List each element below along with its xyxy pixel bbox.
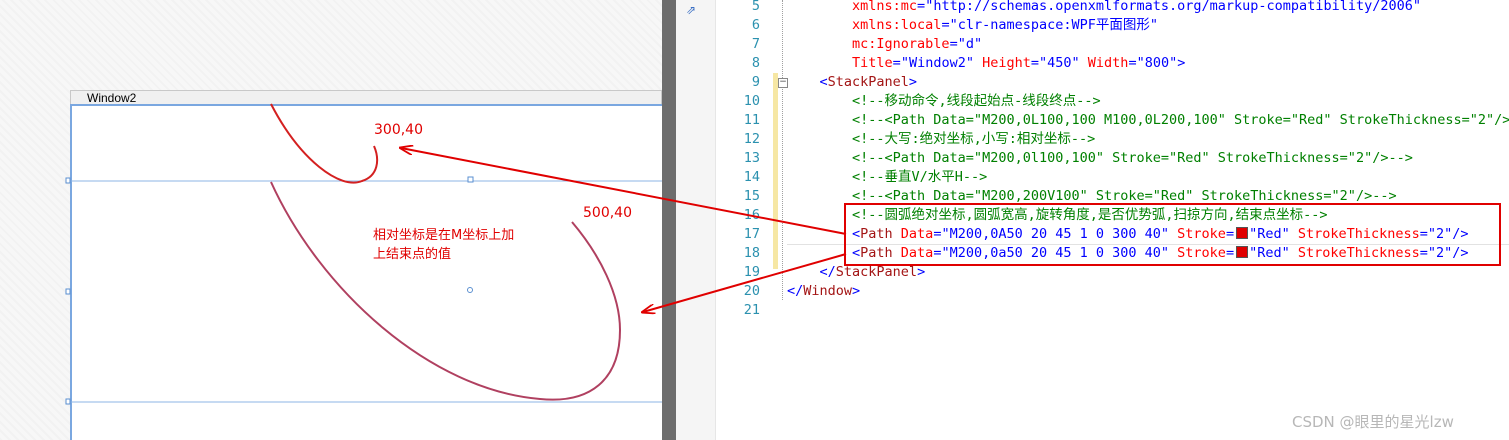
code-token: <!--<Path Data="M200,0l100,100" Stroke="… (787, 150, 1413, 166)
popout-icon[interactable]: ⇗ (686, 4, 698, 16)
resize-handle[interactable] (65, 288, 71, 295)
code-token: <!--<Path Data="M200,200V100" Stroke="Re… (787, 188, 1397, 204)
line-number: 21 (743, 302, 760, 318)
code-token: </ (787, 283, 804, 299)
arc-path-relative[interactable] (270, 181, 622, 401)
center-handle[interactable] (467, 287, 473, 293)
code-token: StackPanel (835, 264, 918, 280)
code-token: <!--移动命令,线段起始点-线段终点--> (787, 93, 1101, 109)
resize-handle[interactable] (65, 177, 71, 184)
code-token: "450" (1039, 55, 1080, 71)
resize-handle[interactable] (467, 176, 474, 183)
line-number: 20 (743, 283, 760, 299)
code-token: = (949, 36, 958, 52)
code-token: <!--大写:绝对坐标,小写:相对坐标--> (787, 131, 1096, 147)
code-token: = (1030, 55, 1040, 71)
code-line[interactable]: </Window> (787, 282, 860, 301)
line-number: 11 (743, 112, 760, 128)
change-marker (773, 73, 778, 269)
code-token: Width (1079, 55, 1129, 71)
designer-pane: Window2 300,40 500,40 相对坐标是在M坐标上加 上结束点的值 (0, 0, 662, 440)
code-line[interactable]: <StackPanel> (787, 73, 918, 92)
highlight-box (844, 203, 1501, 266)
code-token: <!--<Path Data="M200,0L100,100 M100,0L20… (787, 112, 1509, 128)
code-line[interactable]: mc:Ignorable="d" (787, 35, 982, 54)
editor-margin (676, 0, 716, 440)
code-line[interactable]: Title="Window2" Height="450" Width="800"… (787, 54, 1185, 73)
code-token: > (1177, 55, 1186, 71)
code-token: "clr-namespace:WPF平面图形" (949, 17, 1159, 33)
code-token: mc:Ignorable (787, 36, 950, 52)
code-line[interactable]: <!--移动命令,线段起始点-线段终点--> (787, 92, 1101, 111)
line-number: 18 (743, 245, 760, 261)
code-token: </ (787, 264, 836, 280)
code-line[interactable]: xmlns:mc="http://schemas.openxmlformats.… (787, 0, 1421, 16)
code-token: xmlns:local (787, 17, 942, 33)
line-number: 8 (751, 55, 760, 71)
code-token: "d" (957, 36, 983, 52)
code-token: <!--垂直V/水平H--> (787, 169, 988, 185)
pane-splitter[interactable] (662, 0, 676, 440)
code-line[interactable]: <!--大写:绝对坐标,小写:相对坐标--> (787, 130, 1095, 149)
code-token: > (908, 74, 918, 90)
code-line[interactable]: <!--<Path Data="M200,0L100,100 M100,0L20… (787, 111, 1509, 130)
line-number: 7 (751, 36, 760, 52)
code-token: = (917, 0, 926, 14)
fold-guide (782, 0, 784, 300)
code-token: "800" (1136, 55, 1178, 71)
code-token: StackPanel (827, 74, 909, 90)
line-number: 14 (743, 169, 760, 185)
code-token: Height (973, 55, 1031, 71)
line-number: 13 (743, 150, 760, 166)
annotation-point-a: 300,40 (374, 122, 423, 138)
code-token: xmlns:mc (787, 0, 918, 14)
code-token: = (892, 55, 901, 71)
line-number: 9 (751, 74, 760, 90)
line-number: 12 (743, 131, 760, 147)
design-surface (65, 103, 662, 405)
annotation-note-line2: 上结束点的值 (373, 247, 452, 262)
arc-path-absolute[interactable] (270, 103, 379, 184)
code-token: Title (787, 55, 893, 71)
line-number: 19 (743, 264, 760, 280)
code-token: > (917, 264, 926, 280)
line-number: 10 (743, 93, 760, 109)
line-number: 17 (743, 226, 760, 242)
line-number: 15 (743, 188, 760, 204)
line-number: 6 (751, 17, 760, 33)
code-token: Window (803, 283, 853, 299)
annotation-note-line1: 相对坐标是在M坐标上加 (373, 228, 515, 243)
code-line[interactable]: <!--<Path Data="M200,0l100,100" Stroke="… (787, 149, 1413, 168)
resize-handle[interactable] (65, 398, 71, 405)
code-line[interactable]: <!--垂直V/水平H--> (787, 168, 987, 187)
code-token: = (941, 17, 950, 33)
line-number: 5 (751, 0, 760, 14)
code-token: = (1128, 55, 1137, 71)
code-token: "Window2" (900, 55, 974, 71)
line-number: 16 (743, 207, 760, 223)
annotation-point-b: 500,40 (583, 205, 632, 221)
code-token: > (852, 283, 861, 299)
code-line[interactable]: xmlns:local="clr-namespace:WPF平面图形" (787, 16, 1158, 35)
watermark: CSDN @眼里的星光lzw (1292, 413, 1454, 431)
code-token: "http://schemas.openxmlformats.org/marku… (925, 0, 1421, 14)
code-token: < (787, 74, 828, 90)
